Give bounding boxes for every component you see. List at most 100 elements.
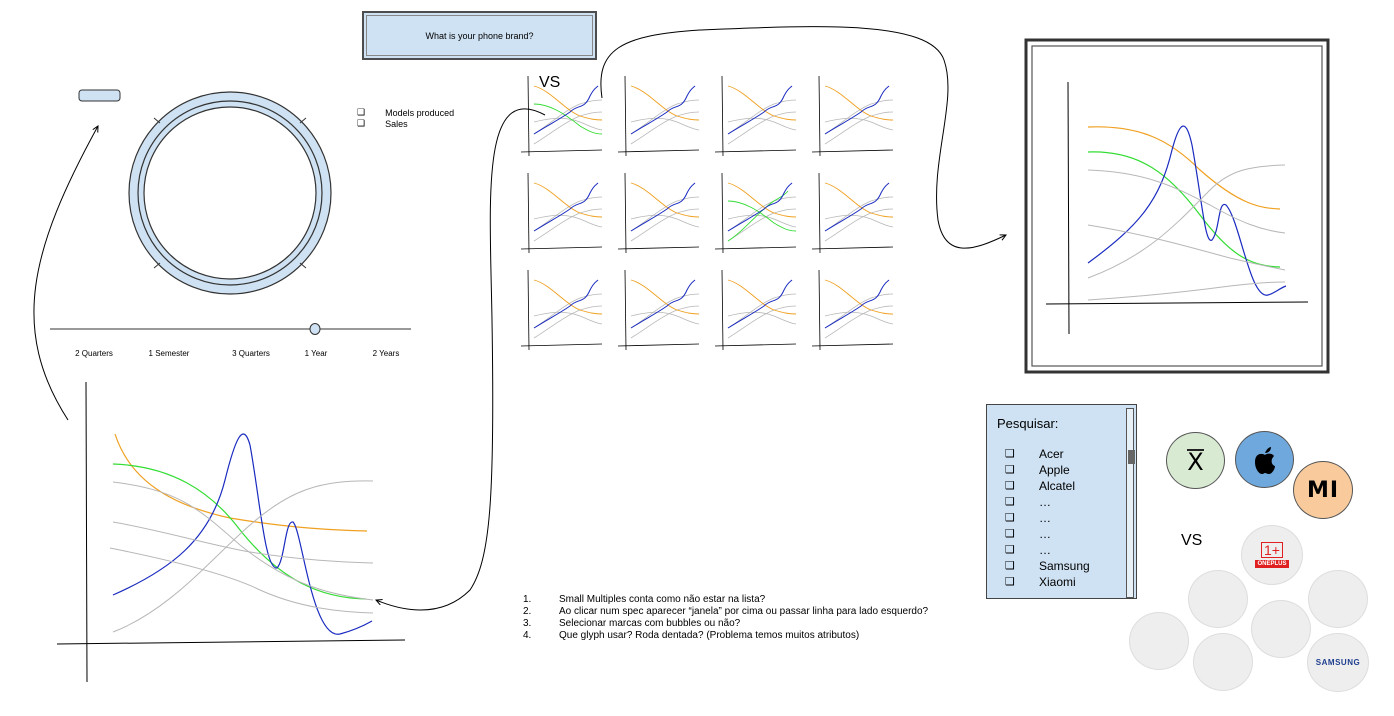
small-multiples-grid[interactable] [520,75,894,351]
brand-option[interactable]: ❑ Alcatel [1005,478,1090,494]
small-multiple-chart[interactable] [811,172,894,254]
brand-option[interactable]: ❑ Xiaomi [1005,574,1090,590]
samsung-bubble[interactable]: SAMSUNG [1307,633,1369,692]
small-multiple-chart[interactable] [617,172,700,254]
empty-brand-bubble[interactable] [1308,570,1368,628]
timeline-tick[interactable]: 1 Semester [149,349,190,358]
timeline-tick[interactable]: 3 Quarters [232,349,270,358]
series-line [714,343,797,347]
brand-option[interactable]: ❑ Samsung [1005,558,1090,574]
series-line [721,75,724,157]
small-multiple-chart[interactable] [811,269,894,351]
scrollbar-thumb[interactable] [1128,450,1135,464]
series-line [630,85,696,135]
question-item: 2. Ao clicar num spec aparecer “janela” p… [523,606,953,618]
series-line [533,279,599,329]
brand-option[interactable]: ❑… [1005,542,1090,558]
brand-option[interactable]: ❑… [1005,494,1090,510]
small-multiple-chart[interactable] [714,172,797,254]
question-number: 3. [523,618,532,629]
small-brand-button[interactable] [78,89,121,102]
series-line [533,196,603,232]
checkbox-icon[interactable]: ❑ [1005,510,1017,526]
checkbox-icon[interactable]: ❑ [1005,494,1017,510]
brand-label: Alcatel [1039,479,1076,493]
oneplus-bubble[interactable]: 1+ ONEPLUS [1241,525,1303,585]
checkbox-icon[interactable]: ❑ [1005,558,1017,574]
checkbox-icon[interactable]: ❑ [1005,542,1017,558]
brand-option[interactable]: ❑… [1005,526,1090,542]
checkbox-icon[interactable]: ❑ [1005,574,1017,590]
checkbox-icon: ❑ [357,119,366,129]
search-title: Pesquisar: [997,416,1059,431]
small-multiple-chart[interactable] [520,75,603,157]
series-line [727,293,797,329]
timeline-handle[interactable] [309,323,321,335]
series-line [824,85,894,121]
small-multiple-chart[interactable] [520,269,603,351]
small-multiple-chart[interactable] [811,75,894,157]
legend-item-sales[interactable]: ❑ Sales [357,119,454,130]
mi-brand-icon: MI [1306,477,1340,503]
small-multiple-chart[interactable] [714,269,797,351]
brand-option[interactable]: ❑ Acer [1005,446,1090,462]
empty-brand-bubble[interactable] [1188,570,1248,628]
small-multiple-chart[interactable] [520,172,603,254]
series-line [824,182,890,232]
series-line [824,99,894,135]
empty-brand-bubble[interactable] [1129,612,1189,670]
series-line [520,149,603,153]
series-line [630,182,696,232]
series-line [630,182,700,218]
oneplus-wordmark: ONEPLUS [1255,560,1289,568]
series-line [533,279,603,315]
brand-label: Acer [1039,447,1064,461]
brand-label: … [1039,543,1051,557]
small-multiple-chart[interactable] [617,269,700,351]
series-line [624,172,627,254]
oneplus-icon: 1+ [1261,542,1283,558]
brand-label: … [1039,511,1051,525]
series-line [727,85,793,135]
legend-item-models[interactable]: ❑ Models produced [357,108,454,119]
question-item: 4. Que glyph usar? Roda dentada? (Problem… [523,630,953,642]
small-multiple-chart[interactable] [617,75,700,157]
question-text: Selecionar marcas com bubbles ou não? [559,618,741,629]
series-line [727,99,797,135]
brand-option[interactable]: ❑ Apple [1005,462,1090,478]
series-line [617,343,700,347]
series-line [617,246,700,250]
series-line [721,269,724,351]
checkbox-icon[interactable]: ❑ [1005,478,1017,494]
question-text: Small Multiples conta como não estar na … [559,594,766,605]
brand-list: ❑ Acer ❑ Apple ❑ Alcatel ❑… ❑… ❑… ❑… ❑ Samsung ❑ Xiao… [1005,446,1090,590]
brand-label: … [1039,495,1051,509]
checkbox-icon[interactable]: ❑ [1005,446,1017,462]
series-line [527,269,530,351]
scrollbar[interactable] [1126,408,1134,598]
brand-option[interactable]: ❑… [1005,510,1090,526]
empty-brand-bubble[interactable] [1251,600,1311,658]
checkbox-icon[interactable]: ❑ [1005,526,1017,542]
timeline-tick[interactable]: 2 Years [373,349,400,358]
vs-label-bubbles: VS [1181,532,1203,549]
series-line [824,85,890,135]
timeline-tick[interactable]: 1 Year [305,349,328,358]
empty-brand-bubble[interactable] [1193,633,1253,691]
arrow-to-button [33,126,98,421]
series-line [824,279,890,329]
xiaomi-x-bubble[interactable]: X [1166,432,1225,489]
series-line [630,99,700,135]
series-line [714,246,797,250]
checkbox-icon[interactable]: ❑ [1005,462,1017,478]
mi-bubble[interactable]: MI [1293,461,1353,519]
series-line [630,293,700,329]
timeline-tick[interactable]: 2 Quarters [75,349,113,358]
series-line [617,149,700,153]
small-multiple-chart[interactable] [714,75,797,157]
series-line [630,279,696,329]
series-line [630,85,700,121]
phone-brand-question[interactable]: What is your phone brand? [362,11,597,60]
series-line [520,246,603,250]
apple-bubble[interactable] [1235,431,1294,488]
